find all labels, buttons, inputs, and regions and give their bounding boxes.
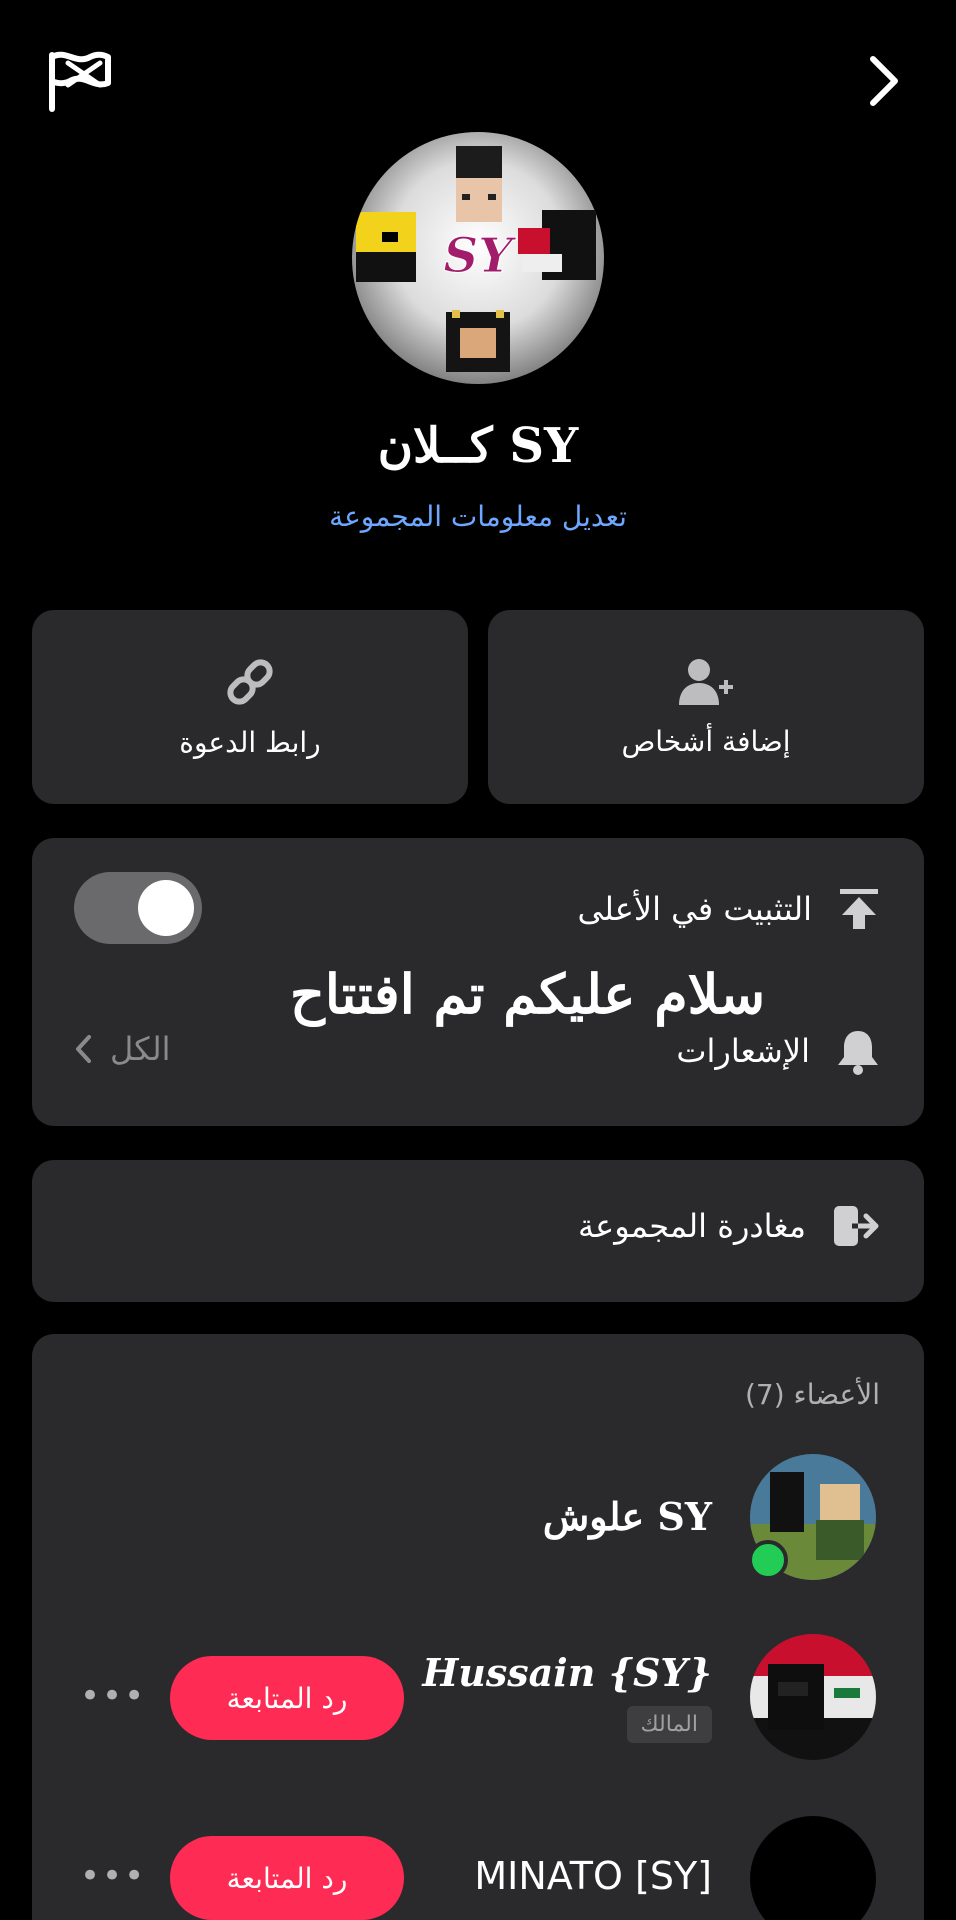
member-avatar[interactable] (750, 1634, 876, 1760)
follow-back-button[interactable]: رد المتابعة (170, 1836, 404, 1920)
notifications-row[interactable]: الإشعارات (560, 1020, 880, 1082)
group-title: كــلان SY (377, 418, 579, 474)
pin-to-top-row[interactable]: التثبيت في الأعلى (520, 876, 880, 942)
edit-group-info-link[interactable]: تعديل معلومات المجموعة (0, 500, 956, 533)
invite-link-label: رابط الدعوة (179, 725, 321, 759)
more-options-icon[interactable]: ••• (80, 1856, 146, 1896)
member-name[interactable]: علوش SY (543, 1494, 712, 1539)
notifications-value-text: الكل (110, 1030, 171, 1068)
member-name[interactable]: MINATO [SY] (474, 1854, 712, 1898)
add-user-icon (679, 658, 733, 705)
add-people-button[interactable]: إضافة أشخاص (488, 610, 924, 804)
video-caption-overlay: سلام عليكم تم افتتاح (290, 962, 766, 1026)
leave-group-label: مغادرة المجموعة (577, 1207, 806, 1245)
add-people-label: إضافة أشخاص (621, 724, 791, 758)
follow-back-button[interactable]: رد المتابعة (170, 1656, 404, 1740)
pin-top-icon (840, 889, 878, 929)
chevron-left-icon (76, 1035, 91, 1063)
report-flag-button[interactable] (34, 36, 124, 126)
leave-group-button[interactable]: مغادرة المجموعة (32, 1160, 924, 1302)
avatar-logo-text: SY (444, 228, 518, 284)
members-header: الأعضاء (7) (744, 1378, 880, 1411)
link-icon (227, 658, 273, 705)
invite-link-button[interactable]: رابط الدعوة (32, 610, 468, 804)
exit-icon (834, 1206, 879, 1246)
owner-badge: المالك (626, 1706, 712, 1743)
pin-to-top-label: التثبيت في الأعلى (577, 890, 813, 928)
toggle-knob (138, 880, 194, 936)
notifications-label: الإشعارات (676, 1032, 810, 1070)
flag-icon (49, 51, 111, 112)
group-avatar[interactable]: SY (352, 132, 604, 384)
pin-to-top-toggle[interactable] (74, 872, 202, 944)
online-status-indicator (748, 1540, 788, 1580)
group-avatar-image: SY (356, 146, 596, 372)
notifications-value[interactable]: الكل (74, 1030, 171, 1068)
chevron-right-icon (870, 56, 898, 106)
more-options-icon[interactable]: ••• (80, 1676, 146, 1716)
bell-icon (838, 1031, 878, 1075)
back-button[interactable] (838, 36, 928, 126)
member-name[interactable]: Hussain {SY} (422, 1650, 712, 1695)
member-avatar-image (750, 1634, 876, 1760)
